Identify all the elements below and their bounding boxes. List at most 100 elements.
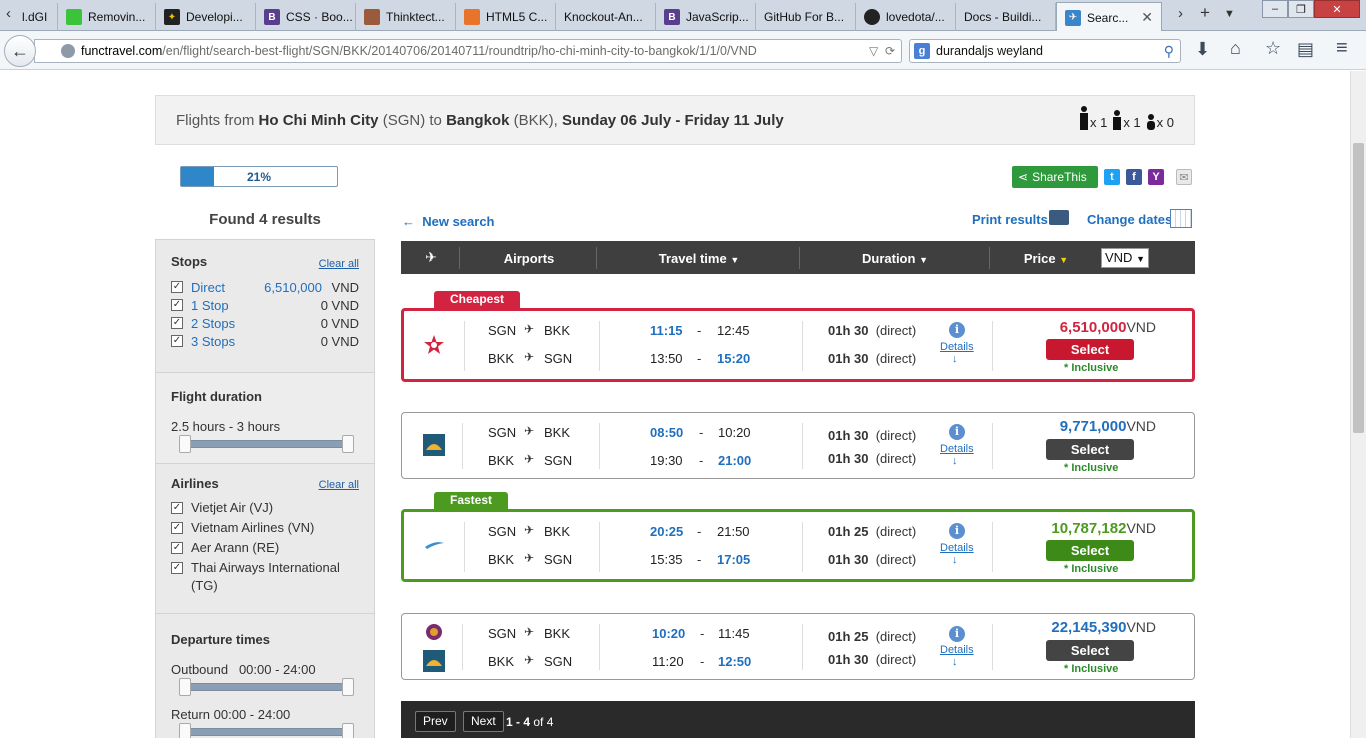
change-dates-link[interactable]: Change dates	[1087, 212, 1172, 227]
tab[interactable]: l.dGI	[14, 3, 58, 31]
tab-scroll-right-icon[interactable]: ›	[1178, 5, 1183, 22]
tab[interactable]: GitHub For B...	[756, 3, 856, 31]
tab[interactable]: Docs - Buildi...	[956, 3, 1056, 31]
airline-vn-checkbox[interactable]: ✓	[171, 522, 183, 534]
minimize-icon[interactable]: –	[1262, 0, 1288, 18]
origin-city: Ho Chi Minh City	[258, 112, 379, 129]
return-slider-min-handle[interactable]	[179, 723, 191, 738]
google-icon[interactable]: g	[914, 43, 930, 59]
email-icon[interactable]: ✉	[1176, 169, 1192, 185]
search-input[interactable]: durandaljs weyland	[936, 44, 1043, 58]
stop-1-label[interactable]: 1 Stop	[191, 298, 229, 313]
scrollbar-thumb[interactable]	[1353, 143, 1364, 433]
select-button[interactable]: Select	[1046, 540, 1134, 561]
downloads-icon[interactable]: ⬇	[1195, 39, 1210, 60]
print-results-link[interactable]: Print results	[972, 212, 1048, 227]
tab[interactable]: Removin...	[58, 3, 156, 31]
select-button[interactable]: Select	[1046, 640, 1134, 661]
tab-scroll-left-icon[interactable]: ‹	[6, 5, 11, 22]
search-bar[interactable]: g durandaljs weyland ⚲	[909, 39, 1181, 63]
airline-re-label[interactable]: Aer Arann (RE)	[191, 539, 361, 557]
page-scrollbar[interactable]	[1350, 71, 1366, 738]
tab[interactable]: lovedota/...	[856, 3, 956, 31]
tab[interactable]: ✦ Developi...	[156, 3, 256, 31]
duration-sort[interactable]: Duration ▼	[801, 251, 989, 266]
new-tab-icon[interactable]: +	[1200, 3, 1210, 23]
tab[interactable]: Knockout-An...	[556, 3, 656, 31]
prev-page-button[interactable]: Prev	[415, 711, 456, 732]
bookmark-star-icon[interactable]: ▽ ⟳	[869, 44, 895, 58]
tab[interactable]: B JavaScrip...	[656, 3, 756, 31]
stop-3-label[interactable]: 3 Stops	[191, 334, 235, 349]
close-window-icon[interactable]: ✕	[1314, 0, 1360, 18]
new-search-link[interactable]: ← New search	[402, 214, 495, 229]
stop-direct-label[interactable]: Direct	[191, 280, 225, 295]
tab-label: HTML5 C...	[486, 10, 548, 24]
tab[interactable]: HTML5 C...	[456, 3, 556, 31]
next-page-button[interactable]: Next	[463, 711, 504, 732]
travel-time-sort[interactable]: Travel time ▼	[598, 251, 800, 266]
menu-icon[interactable]: ≡	[1336, 37, 1348, 60]
return-slider[interactable]	[184, 728, 350, 736]
tab[interactable]: Thinktect...	[356, 3, 456, 31]
airlines-clear-all-link[interactable]: Clear all	[319, 479, 359, 491]
stop-3-checkbox[interactable]: ✓	[171, 335, 183, 347]
details-link[interactable]: Details	[940, 341, 974, 353]
site-identity-icon[interactable]	[61, 44, 75, 58]
select-button[interactable]: Select	[1046, 339, 1134, 360]
stop-direct-checkbox[interactable]: ✓	[171, 281, 183, 293]
info-icon[interactable]: i	[949, 424, 965, 440]
arrow-down-icon[interactable]: ↓	[952, 554, 958, 566]
arrow-down-icon[interactable]: ↓	[952, 353, 958, 365]
details-link[interactable]: Details	[940, 644, 974, 656]
info-icon[interactable]: i	[949, 523, 965, 539]
home-icon[interactable]: ⌂	[1230, 38, 1241, 59]
airline-tg-checkbox[interactable]: ✓	[171, 562, 183, 574]
stop-2-checkbox[interactable]: ✓	[171, 317, 183, 329]
price: 9,771,000VND	[1059, 418, 1156, 435]
search-icon[interactable]: ⚲	[1164, 43, 1174, 60]
info-icon[interactable]: i	[949, 626, 965, 642]
printer-icon[interactable]	[1049, 210, 1069, 225]
tab-active[interactable]: ✈ Searc... ✕	[1056, 2, 1162, 32]
airline-re-checkbox[interactable]: ✓	[171, 542, 183, 554]
tab-list-icon[interactable]: ▼	[1224, 8, 1235, 20]
airline-tg-label[interactable]: Thai Airways International (TG)	[191, 559, 361, 595]
facebook-icon[interactable]: f	[1126, 169, 1142, 185]
tab[interactable]: B CSS · Boo...	[256, 3, 356, 31]
arrow-down-icon[interactable]: ↓	[952, 455, 958, 467]
airline-vj-checkbox[interactable]: ✓	[171, 502, 183, 514]
tab-label: Removin...	[88, 10, 146, 24]
select-button[interactable]: Select	[1046, 439, 1134, 460]
url-bar[interactable]: functravel.com/en/flight/search-best-fli…	[34, 39, 902, 63]
stops-clear-all-link[interactable]: Clear all	[319, 258, 359, 270]
arrow-down-icon[interactable]: ↓	[952, 656, 958, 668]
maximize-icon[interactable]: ❐	[1288, 0, 1314, 18]
back-button[interactable]: ←	[4, 35, 36, 67]
twitter-icon[interactable]: t	[1104, 169, 1120, 185]
outbound-slider-max-handle[interactable]	[342, 678, 354, 696]
price: 22,145,390VND	[1051, 619, 1156, 636]
bookmarks-menu-icon[interactable]: ▤	[1297, 39, 1314, 60]
return-slider-max-handle[interactable]	[342, 723, 354, 738]
outbound-slider-min-handle[interactable]	[179, 678, 191, 696]
duration-slider-min-handle[interactable]	[179, 435, 191, 453]
airline-vj-label[interactable]: Vietjet Air (VJ)	[191, 499, 361, 517]
calendar-icon[interactable]	[1170, 209, 1192, 228]
duration-slider-max-handle[interactable]	[342, 435, 354, 453]
currency-select[interactable]: VND ▼	[1101, 248, 1149, 268]
info-icon[interactable]: i	[949, 322, 965, 338]
stop-1-checkbox[interactable]: ✓	[171, 299, 183, 311]
duration-slider[interactable]	[184, 440, 350, 448]
stop-2-label[interactable]: 2 Stops	[191, 316, 235, 331]
airline-vn-label[interactable]: Vietnam Airlines (VN)	[191, 519, 361, 537]
share-button[interactable]: ⋖ ShareThis	[1012, 166, 1098, 188]
bookmark-icon[interactable]: ☆	[1265, 38, 1281, 59]
details-link[interactable]: Details	[940, 443, 974, 455]
close-tab-icon[interactable]: ✕	[1141, 9, 1153, 26]
yahoo-icon[interactable]: Y	[1148, 169, 1164, 185]
outbound-slider[interactable]	[184, 683, 350, 691]
out-duration: 01h 30 (direct)	[828, 428, 917, 443]
price-sort[interactable]: Price ▼	[1001, 251, 1091, 266]
details-link[interactable]: Details	[940, 542, 974, 554]
